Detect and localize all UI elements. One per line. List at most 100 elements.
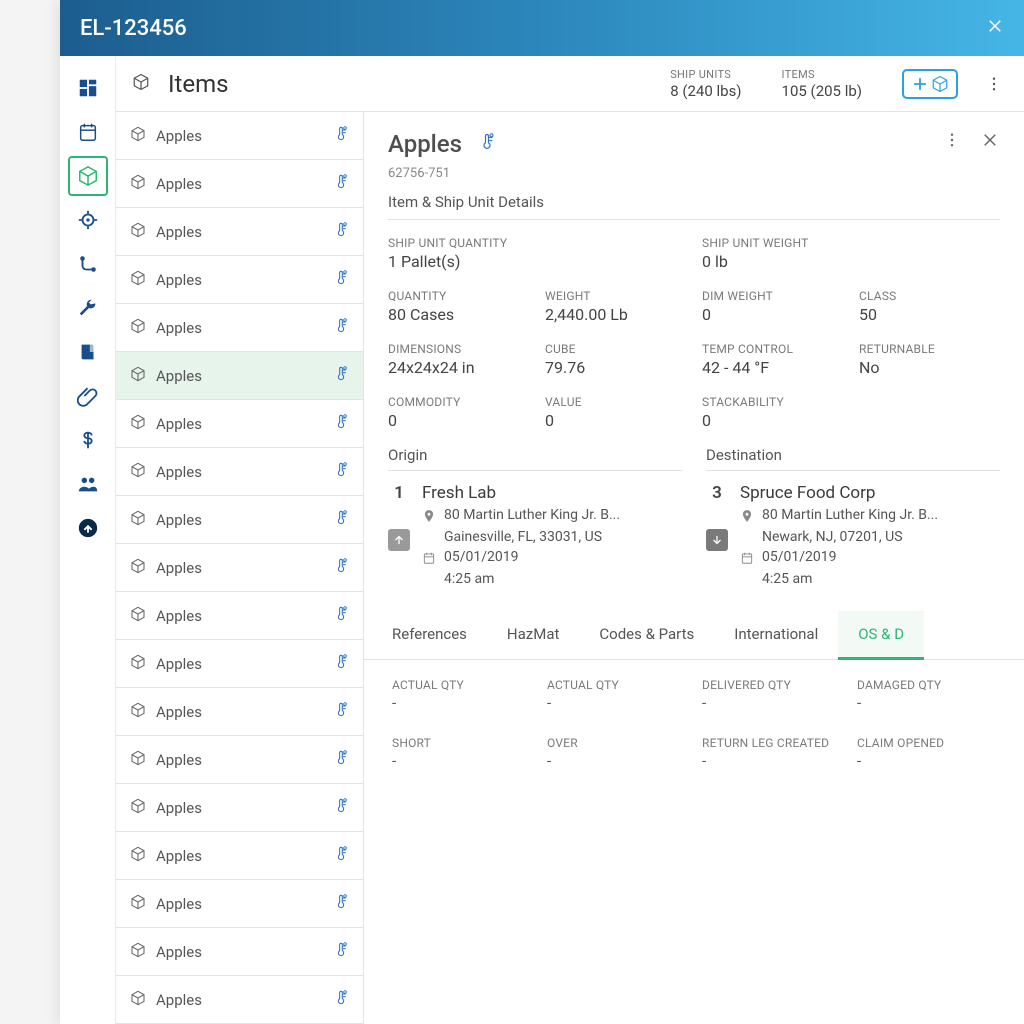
destination-date: 05/01/2019 (762, 549, 837, 565)
temperature-icon (333, 462, 349, 482)
list-item[interactable]: Apples (116, 928, 363, 976)
calendar-icon (422, 551, 436, 569)
temperature-icon (333, 414, 349, 434)
detail-close-button[interactable] (980, 130, 1000, 150)
tab-codes-parts[interactable]: Codes & Parts (579, 611, 714, 659)
list-item-label: Apples (156, 607, 323, 625)
tab-references[interactable]: References (372, 611, 487, 659)
field-label: ACTUAL QTY (547, 678, 686, 692)
field-label: STACKABILITY (702, 395, 843, 409)
tab-hazmat[interactable]: HazMat (487, 611, 579, 659)
box-icon (130, 270, 146, 290)
destination-address: 80 Martin Luther King Jr. B... (762, 507, 938, 523)
list-item[interactable]: Apples (116, 304, 363, 352)
list-item[interactable]: Apples (116, 544, 363, 592)
list-item[interactable]: Apples (116, 448, 363, 496)
list-item-label: Apples (156, 991, 323, 1009)
list-item-label: Apples (156, 127, 323, 145)
list-item-label: Apples (156, 511, 323, 529)
field-label: DIMENSIONS (388, 342, 529, 356)
stat-value: 8 (240 lbs) (670, 82, 741, 100)
pickup-badge (388, 529, 410, 551)
origin-heading: Origin (388, 446, 682, 471)
field-label: RETURN LEG CREATED (702, 736, 841, 750)
nav-tracking[interactable] (68, 200, 108, 240)
box-icon (132, 73, 150, 91)
box-icon (931, 75, 949, 93)
list-item[interactable]: Apples (116, 592, 363, 640)
pin-icon (422, 509, 436, 527)
field-value: - (702, 752, 841, 770)
list-item[interactable]: Apples (116, 112, 363, 160)
field-label: CUBE (545, 342, 686, 356)
field-label: QUANTITY (388, 289, 529, 303)
page-icon (132, 73, 150, 95)
field-label: DELIVERED QTY (702, 678, 841, 692)
arrow-up-icon (392, 533, 406, 547)
list-item[interactable]: Apples (116, 160, 363, 208)
origin-city: Gainesville, FL, 33031, US (422, 529, 682, 545)
nav-items[interactable] (68, 156, 108, 196)
stat-value: 105 (205 lb) (782, 82, 862, 100)
box-icon (130, 606, 146, 626)
field-value: 24x24x24 in (388, 358, 529, 377)
list-item[interactable]: Apples (116, 496, 363, 544)
nav-contacts[interactable] (68, 464, 108, 504)
app-header: EL-123456 (60, 0, 1024, 56)
list-item[interactable]: Apples (116, 256, 363, 304)
field-value: 0 lb (702, 252, 1000, 271)
list-item[interactable]: Apples (116, 736, 363, 784)
temperature-icon (333, 702, 349, 722)
origin-date: 05/01/2019 (444, 549, 519, 565)
section-title: Item & Ship Unit Details (388, 181, 1000, 220)
list-item-label: Apples (156, 751, 323, 769)
people-icon (77, 473, 99, 495)
tab-osd[interactable]: OS & D (838, 611, 924, 660)
nav-attachments[interactable] (68, 376, 108, 416)
nav-financials[interactable] (68, 420, 108, 460)
list-item[interactable]: Apples (116, 400, 363, 448)
calendar-icon (77, 121, 99, 143)
field-value: 42 - 44 °F (702, 358, 843, 377)
list-item[interactable]: Apples (116, 976, 363, 1024)
nav-dashboard[interactable] (68, 68, 108, 108)
tab-international[interactable]: International (714, 611, 838, 659)
list-item[interactable]: Apples (116, 208, 363, 256)
list-item-label: Apples (156, 799, 323, 817)
field-value: 1 Pallet(s) (388, 252, 686, 271)
field-label: SHIP UNIT QUANTITY (388, 236, 686, 250)
add-item-button[interactable] (902, 69, 958, 99)
box-icon (130, 414, 146, 434)
calendar-icon (740, 551, 754, 569)
nav-tools[interactable] (68, 288, 108, 328)
destination-name: Spruce Food Corp (740, 483, 1000, 503)
plus-icon (911, 75, 929, 93)
list-item-label: Apples (156, 895, 323, 913)
target-icon (77, 209, 99, 231)
nav-calendar[interactable] (68, 112, 108, 152)
field-label: VALUE (545, 395, 686, 409)
temperature-icon (333, 750, 349, 770)
nav-docs[interactable] (68, 332, 108, 372)
more-button[interactable] (982, 72, 1006, 96)
more-icon (943, 131, 961, 149)
origin-time: 4:25 am (422, 571, 682, 587)
field-value: 0 (545, 411, 686, 430)
field-value: 0 (702, 305, 843, 324)
dashboard-icon (77, 77, 99, 99)
list-item[interactable]: Apples (116, 352, 363, 400)
list-item[interactable]: Apples (116, 640, 363, 688)
list-item[interactable]: Apples (116, 880, 363, 928)
detail-more-button[interactable] (942, 130, 962, 150)
close-button[interactable] (986, 16, 1004, 41)
origin-address: 80 Martin Luther King Jr. B... (444, 507, 620, 523)
stat-ship-units: SHIP UNITS 8 (240 lbs) (670, 68, 741, 100)
list-item[interactable]: Apples (116, 784, 363, 832)
nav-route[interactable] (68, 244, 108, 284)
box-icon (130, 222, 146, 242)
list-item[interactable]: Apples (116, 832, 363, 880)
list-item[interactable]: Apples (116, 688, 363, 736)
nav-share[interactable] (68, 508, 108, 548)
box-icon (130, 174, 146, 194)
field-value: - (392, 752, 531, 770)
